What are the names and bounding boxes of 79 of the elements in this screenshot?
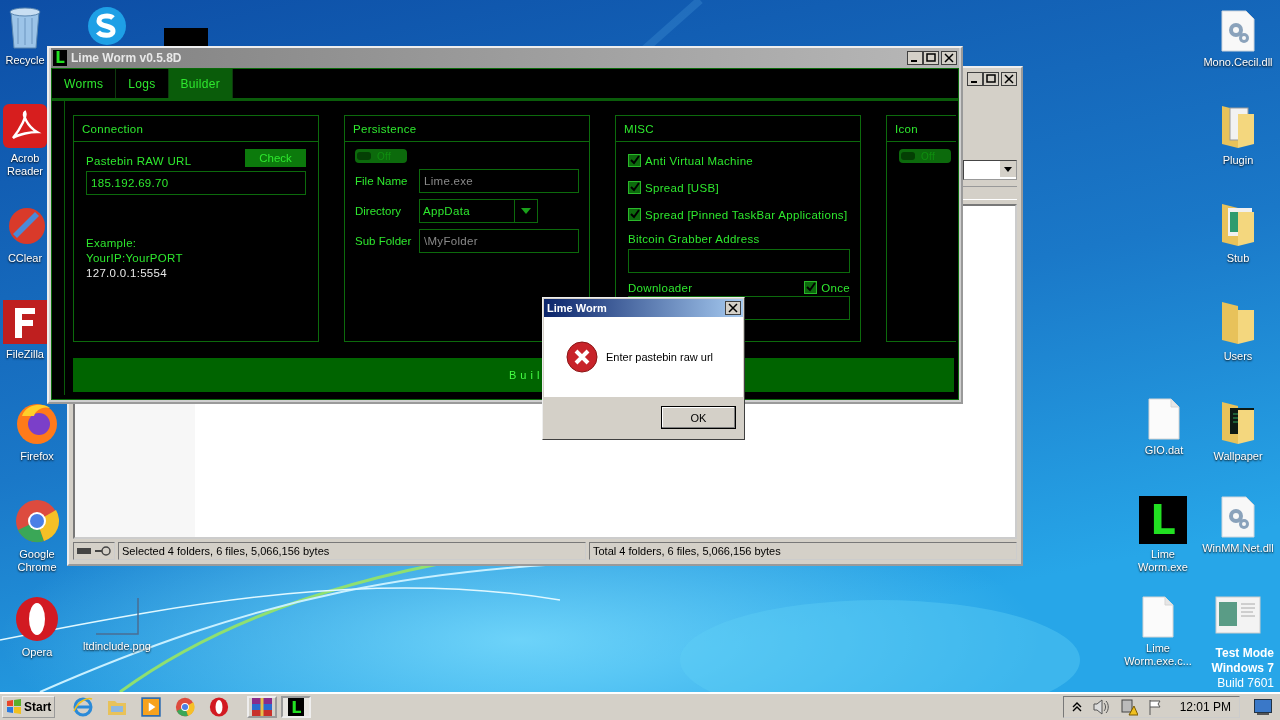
- icon-label[interactable]: CClear: [7, 252, 43, 265]
- dropdown-field[interactable]: [963, 160, 1017, 180]
- taskbar-button[interactable]: L: [281, 696, 312, 718]
- icon-label[interactable]: ltdinclude.png: [83, 640, 151, 653]
- field-label: Downloader: [628, 281, 693, 294]
- windows-logo-icon: [6, 699, 22, 715]
- flag-icon[interactable]: [1147, 699, 1164, 715]
- speaker-icon[interactable]: [1091, 699, 1110, 715]
- text-field[interactable]: \MyFolder: [419, 229, 579, 253]
- group-title: Persistence: [353, 122, 417, 135]
- group-title: Icon: [895, 122, 918, 135]
- group-title: MISC: [624, 122, 654, 135]
- icon-label[interactable]: Acrob Reader: [2, 152, 48, 178]
- check-button[interactable]: Check: [245, 149, 306, 167]
- status-text: Total 4 folders, 6 files, 5,066,156 bytes: [593, 545, 781, 557]
- icon-label[interactable]: Firefox: [20, 450, 54, 463]
- icon-label[interactable]: Wallpaper: [1213, 450, 1263, 463]
- checkbox-label[interactable]: Once: [821, 281, 850, 294]
- example-text: 127.0.0.1:5554: [86, 267, 168, 279]
- maximize-button[interactable]: [983, 72, 999, 86]
- clock: 12:01 PM: [1179, 700, 1231, 714]
- close-button[interactable]: [1001, 72, 1017, 86]
- directory-dropdown[interactable]: AppData: [419, 199, 538, 223]
- icon-label[interactable]: Plugin: [1222, 154, 1254, 167]
- icon-label[interactable]: FileZilla: [6, 348, 44, 361]
- icon-label[interactable]: Users: [1223, 350, 1253, 363]
- icon-label[interactable]: Mono.Cecil.dll: [1203, 56, 1273, 69]
- close-button[interactable]: [725, 301, 741, 315]
- file-icon[interactable]: [1147, 398, 1181, 440]
- minimize-button[interactable]: [967, 72, 983, 86]
- checkbox[interactable]: [628, 208, 641, 221]
- checkbox[interactable]: [804, 281, 818, 294]
- show-hidden-icon[interactable]: [1071, 702, 1082, 712]
- minimize-button[interactable]: [907, 51, 923, 65]
- file-icon[interactable]: [1141, 596, 1175, 638]
- field-label: Bitcoin Grabber Address: [628, 233, 761, 245]
- field-label: Directory: [355, 205, 402, 217]
- ok-button[interactable]: OK: [661, 406, 736, 429]
- logo-icon: L: [53, 50, 67, 66]
- icon-label[interactable]: GIO.dat: [1144, 444, 1184, 457]
- error-icon: [566, 341, 598, 373]
- logo-icon[interactable]: L: [1139, 496, 1187, 544]
- group-title: Connection: [82, 122, 144, 135]
- icon-label[interactable]: Stub: [1226, 252, 1250, 265]
- file-icon[interactable]: [1220, 10, 1256, 52]
- icon-label[interactable]: Opera: [21, 646, 53, 659]
- tab[interactable]: Logs: [116, 69, 169, 98]
- show-desktop-button[interactable]: [1254, 699, 1272, 715]
- taskbar-button[interactable]: [247, 696, 278, 718]
- tab[interactable]: Worms: [52, 69, 117, 98]
- test-mode-notice: Test Mode: [1215, 646, 1274, 661]
- close-button[interactable]: [941, 51, 957, 65]
- test-mode-notice: Build 7601: [1217, 676, 1274, 691]
- example-text: Example:: [86, 237, 138, 249]
- file-icon[interactable]: [1220, 496, 1256, 538]
- window-title: Lime Worm v0.5.8D: [71, 51, 183, 65]
- field-label: Pastebin RAW URL: [86, 155, 192, 167]
- icon-label[interactable]: Recycle: [5, 54, 45, 67]
- network-icon[interactable]: [1119, 698, 1138, 716]
- field-label: Sub Folder: [355, 235, 413, 247]
- checkbox[interactable]: [628, 154, 641, 167]
- field-label: File Name: [355, 175, 409, 187]
- example-text: YourIP:YourPORT: [86, 252, 184, 264]
- checkbox-label[interactable]: Anti Virtual Machine: [645, 154, 754, 167]
- text-field[interactable]: Lime.exe: [419, 169, 579, 193]
- tab[interactable]: Builder: [168, 69, 233, 98]
- test-mode-notice: Windows 7: [1211, 661, 1274, 676]
- start-button[interactable]: Start: [2, 696, 56, 718]
- checkbox-label[interactable]: Spread [Pinned TaskBar Applications]: [645, 208, 848, 221]
- status-text: Selected 4 folders, 6 files, 5,066,156 bytes: [122, 545, 330, 557]
- checkbox-label[interactable]: Spread [USB]: [645, 181, 719, 194]
- address-field[interactable]: [628, 249, 850, 273]
- maximize-button[interactable]: [923, 51, 939, 65]
- key-icon: [95, 546, 111, 556]
- drive-icon: [77, 548, 91, 554]
- checkbox[interactable]: [628, 181, 641, 194]
- icon-label[interactable]: Google Chrome: [4, 548, 70, 574]
- url-field[interactable]: 185.192.69.70: [86, 171, 306, 195]
- dialog-title: Lime Worm: [547, 302, 607, 314]
